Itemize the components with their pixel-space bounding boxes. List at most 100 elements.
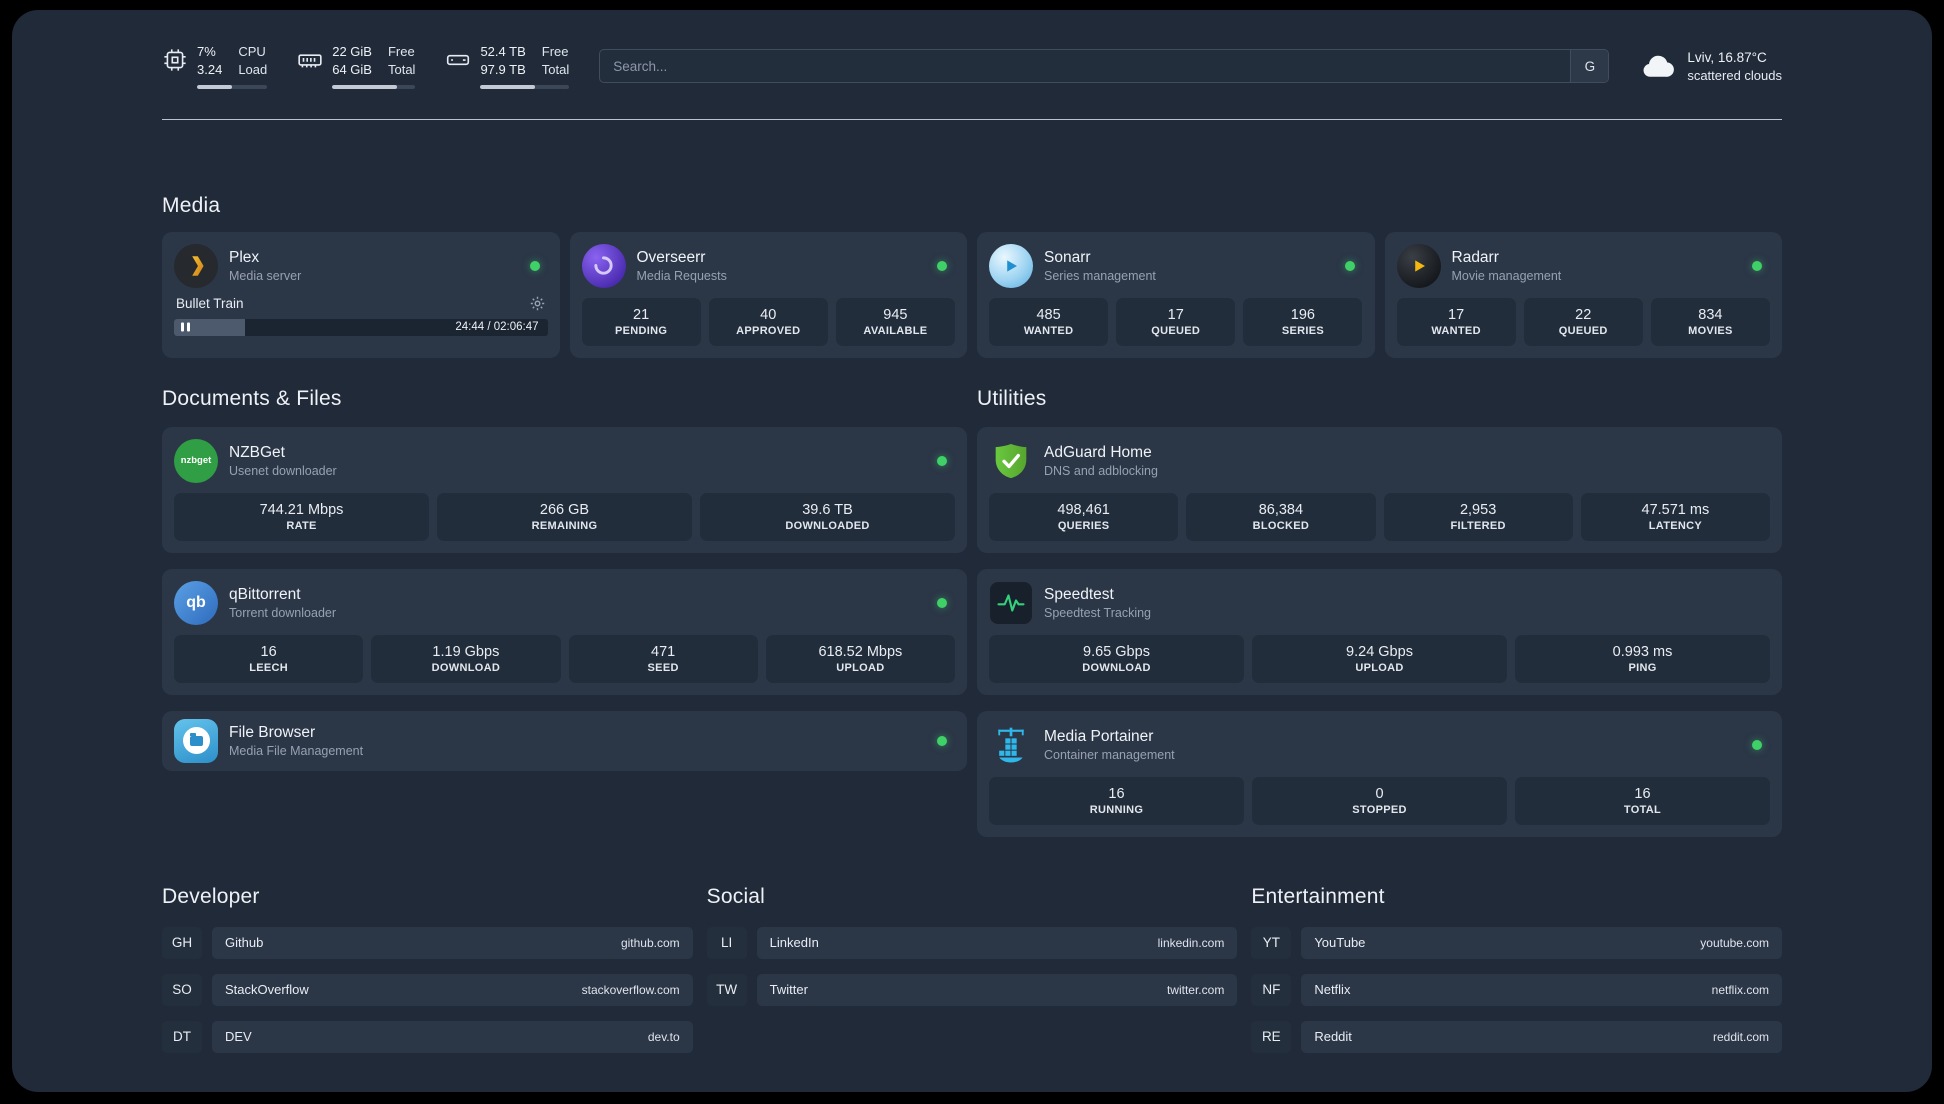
filebrowser-card[interactable]: File Browser Media File Management	[162, 710, 967, 771]
stat-box: 47.571 ms LATENCY	[1580, 492, 1770, 541]
cpu-icon	[164, 49, 186, 71]
bookmark-bar: LinkedIn linkedin.com	[756, 926, 1238, 959]
bookmark-name: Reddit	[1314, 1029, 1352, 1045]
section-entertainment: Entertainment YT YouTube youtube.com NF …	[1251, 885, 1782, 1053]
bookmark-abbr: DT	[162, 1020, 202, 1053]
qbittorrent-card[interactable]: qb qBittorrent Torrent downloader 16 LEE…	[162, 568, 967, 695]
stat-box: 0.993 ms PING	[1515, 634, 1770, 683]
search-bar: G	[599, 49, 1610, 84]
ram-progress-bar	[332, 84, 416, 89]
stat-box: 0 STOPPED	[1252, 776, 1507, 825]
radarr-icon	[1396, 243, 1441, 288]
bookmark-url: dev.to	[647, 1029, 680, 1044]
app-name: File Browser	[229, 723, 316, 741]
overseerr-card[interactable]: Overseerr Media Requests 21 PENDING 40 A…	[569, 231, 967, 358]
stat-box: 834 MOVIES	[1650, 297, 1770, 346]
bookmark-name: Github	[225, 935, 264, 951]
search-input[interactable]	[600, 58, 1571, 74]
status-dot	[937, 735, 947, 746]
cpu-progress-bar	[197, 84, 268, 89]
app-subtitle: Series management	[1044, 268, 1156, 283]
stat-value: 266 GB	[539, 501, 590, 518]
stat-label: QUERIES	[1057, 519, 1110, 532]
plex-card[interactable]: Plex Media server Bullet Train 24:44 / 0…	[162, 231, 560, 358]
plex-settings-button[interactable]	[529, 295, 546, 312]
bookmark-bar: YouTube youtube.com	[1301, 926, 1782, 959]
cpu-labels: CPU Load	[238, 44, 267, 79]
bookmark-bar: Github github.com	[212, 926, 693, 959]
developer-section-title: Developer	[162, 884, 260, 908]
weather-text: Lviv, 16.87°C scattered clouds	[1687, 49, 1782, 85]
stat-box: 16 RUNNING	[989, 776, 1244, 825]
nzbget-icon-text: nzbget	[180, 455, 212, 467]
stat-value: 498,461	[1057, 501, 1110, 518]
bookmark-url: twitter.com	[1166, 982, 1225, 997]
stat-box: 86,384 BLOCKED	[1186, 492, 1376, 541]
stat-label: REMAINING	[531, 519, 598, 532]
ram-widget: 22 GiB 64 GiB Free Total	[297, 44, 416, 89]
sonarr-stats: 485 WANTED 17 QUEUED 196 SERIES	[989, 297, 1363, 346]
stat-box: 618.52 Mbps UPLOAD	[765, 634, 955, 683]
bookmark-bar: StackOverflow stackoverflow.com	[212, 973, 693, 1006]
adguard-icon	[989, 439, 1033, 483]
bookmark-url: linkedin.com	[1157, 935, 1225, 950]
stat-value: 196	[1290, 306, 1315, 323]
plex-progress-bar[interactable]: 24:44 / 02:06:47	[174, 318, 548, 336]
bookmark-name: Twitter	[769, 982, 808, 998]
plex-icon	[174, 243, 218, 288]
bookmark-reddit[interactable]: RE Reddit reddit.com	[1251, 1020, 1782, 1053]
speedtest-card[interactable]: Speedtest Speedtest Tracking 9.65 Gbps D…	[977, 568, 1782, 695]
bookmark-stackoverflow[interactable]: SO StackOverflow stackoverflow.com	[162, 973, 693, 1006]
app-name: qBittorrent	[229, 585, 301, 603]
status-dot	[937, 260, 947, 271]
documents-stack: nzbget NZBGet Usenet downloader 744.21 M…	[162, 426, 967, 771]
dashboard: 7% 3.24 CPU Load 22 GiB 64 GiB Free Tota…	[12, 10, 1932, 1092]
section-utilities: Utilities AdGuard Home DNS and adblockin…	[977, 387, 1782, 837]
stat-value: 16	[1108, 785, 1125, 802]
search-engine-button[interactable]: G	[1570, 50, 1609, 83]
bookmark-linkedin[interactable]: LI LinkedIn linkedin.com	[706, 926, 1238, 959]
overseerr-header: Overseerr Media Requests	[581, 243, 956, 288]
bookmark-name: DEV	[225, 1029, 252, 1045]
disk-total-value: 97.9 TB	[480, 61, 526, 77]
ram-values: 22 GiB 64 GiB	[332, 44, 372, 79]
disk-labels: Free Total	[542, 44, 569, 79]
app-name: NZBGet	[229, 443, 285, 461]
app-name: Sonarr	[1044, 248, 1091, 266]
app-subtitle: Container management	[1044, 747, 1175, 762]
section-social: Social LI LinkedIn linkedin.com TW Twitt…	[706, 884, 1238, 1053]
bookmark-github[interactable]: GH Github github.com	[162, 926, 693, 959]
radarr-card[interactable]: Radarr Movie management 17 WANTED 22 QUE…	[1384, 231, 1782, 358]
bookmark-youtube[interactable]: YT YouTube youtube.com	[1251, 926, 1782, 959]
app-name: Media Portainer	[1044, 727, 1154, 745]
portainer-card[interactable]: Media Portainer Container management 16 …	[977, 710, 1782, 837]
disk-progress-bar	[480, 84, 570, 89]
nzbget-meta: NZBGet Usenet downloader	[229, 444, 337, 478]
bookmark-bar: Reddit reddit.com	[1301, 1020, 1782, 1053]
overseerr-stats: 21 PENDING 40 APPROVED 945 AVAILABLE	[581, 297, 956, 346]
adguard-card[interactable]: AdGuard Home DNS and adblocking 498,461 …	[977, 426, 1782, 553]
sonarr-meta: Sonarr Series management	[1044, 249, 1156, 283]
stat-value: 40	[760, 306, 777, 323]
nzbget-card[interactable]: nzbget NZBGet Usenet downloader 744.21 M…	[162, 426, 967, 553]
social-list: LI LinkedIn linkedin.com TW Twitter twit…	[706, 926, 1238, 1006]
entertainment-list: YT YouTube youtube.com NF Netflix netfli…	[1251, 926, 1782, 1053]
qbittorrent-icon: qb	[174, 580, 218, 625]
stat-value: 9.65 Gbps	[1083, 643, 1150, 660]
overseerr-meta: Overseerr Media Requests	[637, 249, 727, 283]
sonarr-card[interactable]: Sonarr Series management 485 WANTED 17 Q…	[977, 231, 1375, 358]
qbittorrent-icon-text: qb	[186, 593, 206, 611]
portainer-meta: Media Portainer Container management	[1044, 728, 1175, 762]
radarr-header: Radarr Movie management	[1396, 243, 1771, 288]
stat-box: 945 AVAILABLE	[835, 297, 955, 346]
filebrowser-meta: File Browser Media File Management	[229, 724, 363, 758]
adguard-header: AdGuard Home DNS and adblocking	[989, 439, 1770, 483]
bookmark-twitter[interactable]: TW Twitter twitter.com	[706, 973, 1238, 1006]
bookmark-dev[interactable]: DT DEV dev.to	[162, 1020, 693, 1053]
stat-box: 9.65 Gbps DOWNLOAD	[989, 634, 1244, 683]
pause-button[interactable]	[181, 322, 190, 332]
bookmark-name: Netflix	[1314, 982, 1351, 998]
stat-label: SEED	[647, 661, 679, 674]
bookmark-netflix[interactable]: NF Netflix netflix.com	[1251, 973, 1782, 1006]
social-section-title: Social	[706, 884, 766, 908]
